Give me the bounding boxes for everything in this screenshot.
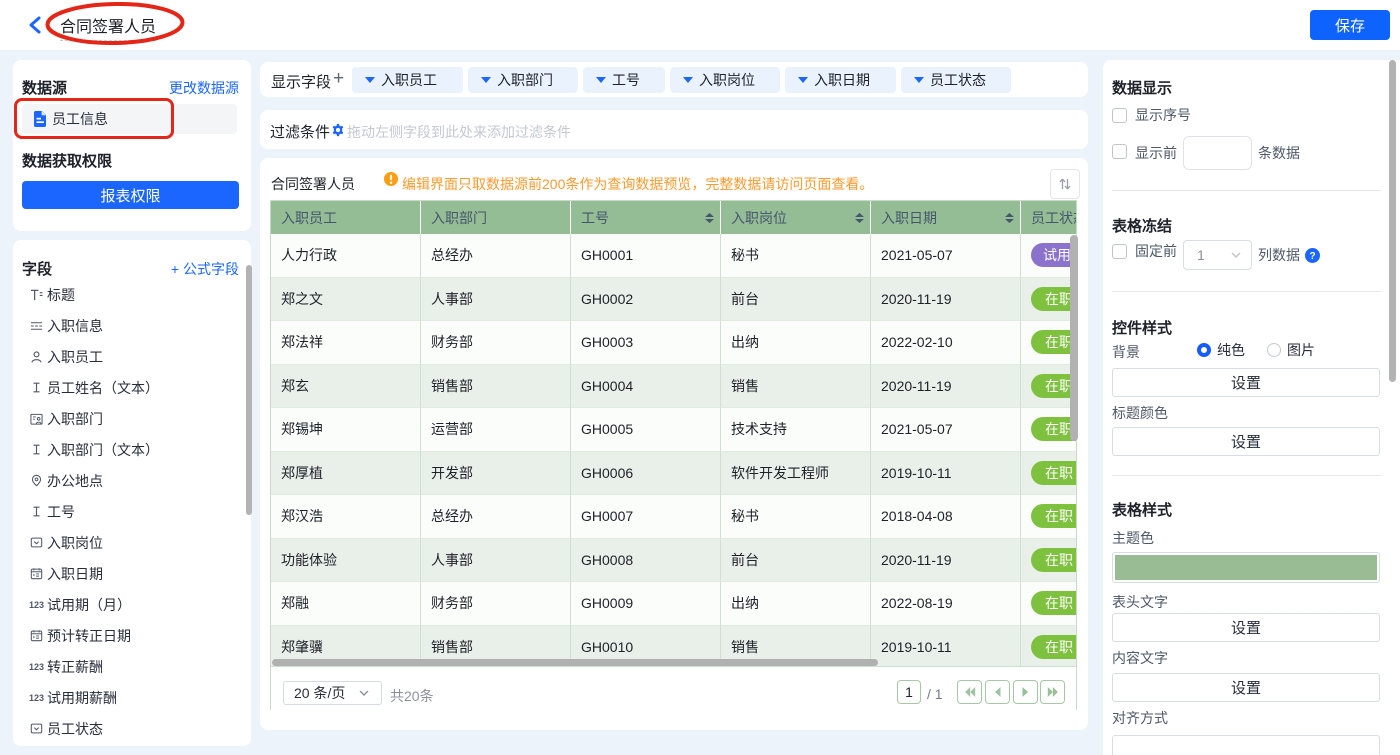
svg-text:?: ? [1309,251,1315,262]
